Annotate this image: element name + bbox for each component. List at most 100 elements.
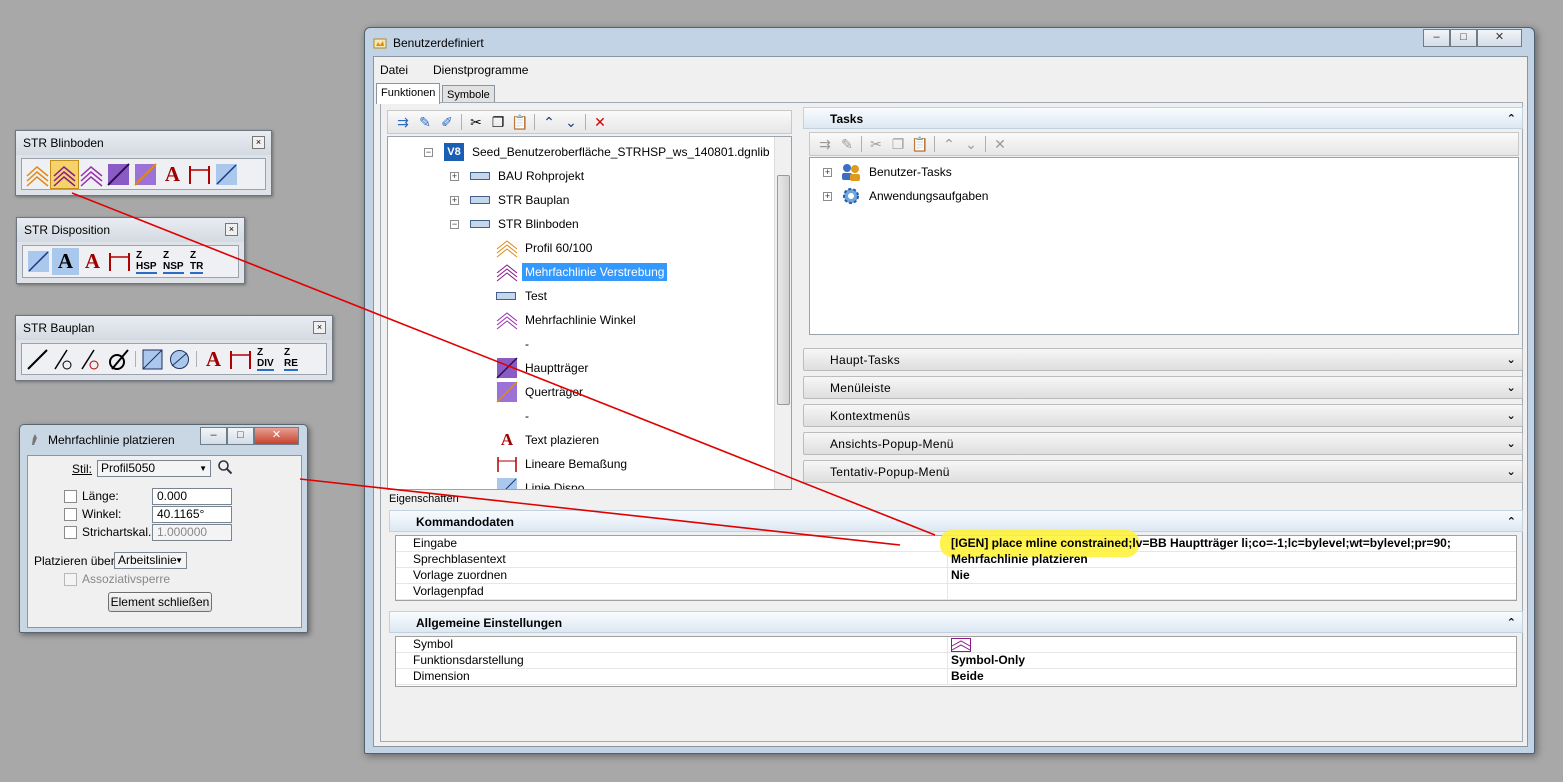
move-up-icon[interactable]: ⌃ [938, 134, 960, 154]
linear-dimension-icon[interactable] [186, 161, 213, 188]
property-value[interactable]: Beide [951, 669, 984, 684]
maximize-button[interactable]: □ [1450, 29, 1477, 47]
laenge-checkbox[interactable] [64, 490, 77, 503]
assoziativsperre-checkbox[interactable] [64, 573, 77, 586]
tree-item-quertraeger[interactable]: Querträger [496, 381, 586, 403]
line-dispo-icon[interactable] [25, 248, 52, 275]
section-tentativ-popup[interactable]: Tentativ-Popup-Menü ⌄ [803, 460, 1523, 483]
as-line-red-icon[interactable] [78, 346, 105, 373]
mline-angle-icon[interactable] [78, 161, 105, 188]
grid-row-funktionsdarstellung[interactable]: Funktionsdarstellung Symbol-Only [396, 653, 1516, 669]
property-value[interactable]: Nie [951, 568, 970, 583]
cross-beam-icon[interactable] [132, 161, 159, 188]
section-menueleiste[interactable]: Menüleiste ⌄ [803, 376, 1523, 399]
paste-icon[interactable]: 📋 [909, 134, 931, 154]
cut-icon[interactable]: ✂ [465, 112, 487, 132]
move-down-icon[interactable]: ⌄ [560, 112, 582, 132]
close-icon[interactable]: × [225, 223, 238, 236]
z-div-icon[interactable]: Z DIV [254, 346, 281, 373]
line-icon[interactable] [24, 346, 51, 373]
minimize-button[interactable]: – [1423, 29, 1450, 47]
hatch-icon[interactable] [139, 346, 166, 373]
section-kontextmenues[interactable]: Kontextmenüs ⌄ [803, 404, 1523, 427]
allgemein-header[interactable]: Allgemeine Einstellungen ⌃ [389, 611, 1523, 633]
tree-group-str-blinboden[interactable]: STR Blinboden [470, 213, 582, 235]
winkel-field[interactable]: 40.1165° [152, 506, 232, 523]
maximize-button[interactable]: □ [227, 427, 254, 445]
delete-icon[interactable]: ✕ [989, 134, 1011, 154]
main-beam-icon[interactable] [105, 161, 132, 188]
z-tr-icon[interactable]: Z TR [187, 248, 214, 275]
paste-icon[interactable]: 📋 [509, 112, 531, 132]
platzieren-select[interactable]: Arbeitslinie [114, 552, 187, 569]
arc-line-icon[interactable] [105, 346, 132, 373]
z-hsp-icon[interactable]: Z HSP [133, 248, 160, 275]
property-value[interactable]: [IGEN] place mline constrained;lv=BB Hau… [951, 536, 1451, 551]
edit-icon[interactable]: ✎ [836, 134, 858, 154]
tasks-header[interactable]: Tasks ⌃ [803, 107, 1523, 129]
tab-symbole[interactable]: Symbole [442, 85, 495, 103]
tree-item-profil[interactable]: Profil 60/100 [496, 237, 595, 259]
text-place-icon[interactable]: A [200, 346, 227, 373]
tree-item-linie-dispo[interactable]: Linie Dispo [496, 477, 587, 489]
tree-item-mline-winkel[interactable]: Mehrfachlinie Winkel [496, 309, 639, 331]
close-icon[interactable]: × [313, 321, 326, 334]
expand-icon[interactable]: + [823, 168, 832, 177]
grid-row-eingabe[interactable]: Eingabe [IGEN] place mline constrained;l… [396, 530, 1516, 557]
property-value[interactable]: Symbol-Only [951, 653, 1025, 668]
z-re-icon[interactable]: Z RE [281, 346, 308, 373]
text-black-icon[interactable]: A [52, 248, 79, 275]
tree-group-bau-rohprojekt[interactable]: BAU Rohprojekt [470, 165, 587, 187]
expand-icon[interactable]: + [450, 172, 459, 181]
grid-row-vorlagenpfad[interactable]: Vorlagenpfad [396, 584, 1516, 600]
edit-icon[interactable]: ✐ [436, 112, 458, 132]
menu-datei[interactable]: Datei [380, 63, 408, 77]
search-icon[interactable] [217, 459, 233, 475]
linear-dimension-icon[interactable] [106, 248, 133, 275]
strichartskal-checkbox[interactable] [64, 526, 77, 539]
profile-chevron-orange-icon[interactable] [24, 161, 51, 188]
kommandodaten-header[interactable]: Kommandodaten ⌃ [389, 510, 1523, 532]
new-tool-icon[interactable]: ✎ [414, 112, 436, 132]
tree-item-separator[interactable]: - [522, 333, 532, 355]
close-button[interactable]: ✕ [254, 427, 299, 445]
stil-select[interactable]: Profil5050 [97, 460, 211, 477]
cut-icon[interactable]: ✂ [865, 134, 887, 154]
section-ansichts-popup[interactable]: Ansichts-Popup-Menü ⌄ [803, 432, 1523, 455]
expand-icon[interactable]: + [823, 192, 832, 201]
line-dispo-icon[interactable] [213, 161, 240, 188]
tree-item-mline-verstrebung[interactable]: Mehrfachlinie Verstrebung [496, 261, 668, 283]
task-anwendungsaufgaben[interactable]: Anwendungsaufgaben [840, 185, 991, 207]
text-place-icon[interactable]: A [79, 248, 106, 275]
text-place-icon[interactable]: A [159, 161, 186, 188]
close-element-button[interactable]: Element schließen [108, 592, 212, 612]
tree-item-lineare-bemassung[interactable]: Lineare Bemaßung [496, 453, 630, 475]
close-icon[interactable]: × [252, 136, 265, 149]
tree-scrollbar[interactable] [774, 137, 791, 489]
grid-row-sprechblasentext[interactable]: Sprechblasentext Mehrfachlinie platziere… [396, 552, 1516, 568]
collapse-icon[interactable]: − [450, 220, 459, 229]
move-up-icon[interactable]: ⌃ [538, 112, 560, 132]
move-down-icon[interactable]: ⌄ [960, 134, 982, 154]
tree-group-str-bauplan[interactable]: STR Bauplan [470, 189, 572, 211]
tree-item-separator[interactable]: - [522, 405, 532, 427]
tree-item-test[interactable]: Test [496, 285, 550, 307]
grid-row-dimension[interactable]: Dimension Beide [396, 669, 1516, 685]
scrollbar-thumb[interactable] [777, 175, 790, 405]
copy-icon[interactable]: ❐ [887, 134, 909, 154]
section-haupt-tasks[interactable]: Haupt-Tasks ⌄ [803, 348, 1523, 371]
tree-root[interactable]: V8 Seed_Benutzeroberfläche_STRHSP_ws_140… [444, 141, 773, 163]
menu-dienstprogramme[interactable]: Dienstprogramme [433, 63, 528, 77]
grid-row-symbol[interactable]: Symbol [396, 637, 1516, 653]
pattern-icon[interactable] [166, 346, 193, 373]
copy-icon[interactable]: ❐ [487, 112, 509, 132]
z-nsp-icon[interactable]: Z NSP [160, 248, 187, 275]
winkel-checkbox[interactable] [64, 508, 77, 521]
tab-funktionen[interactable]: Funktionen [376, 83, 441, 104]
minimize-button[interactable]: – [200, 427, 227, 445]
strichartskal-field[interactable]: 1.000000 [152, 524, 232, 541]
tree-item-haupttraeger[interactable]: Hauptträger [496, 357, 591, 379]
tree-item-text-plazieren[interactable]: A Text plazieren [496, 429, 602, 451]
new-task-icon[interactable]: ⇉ [814, 134, 836, 154]
mline-brace-selected-icon[interactable] [50, 159, 79, 189]
